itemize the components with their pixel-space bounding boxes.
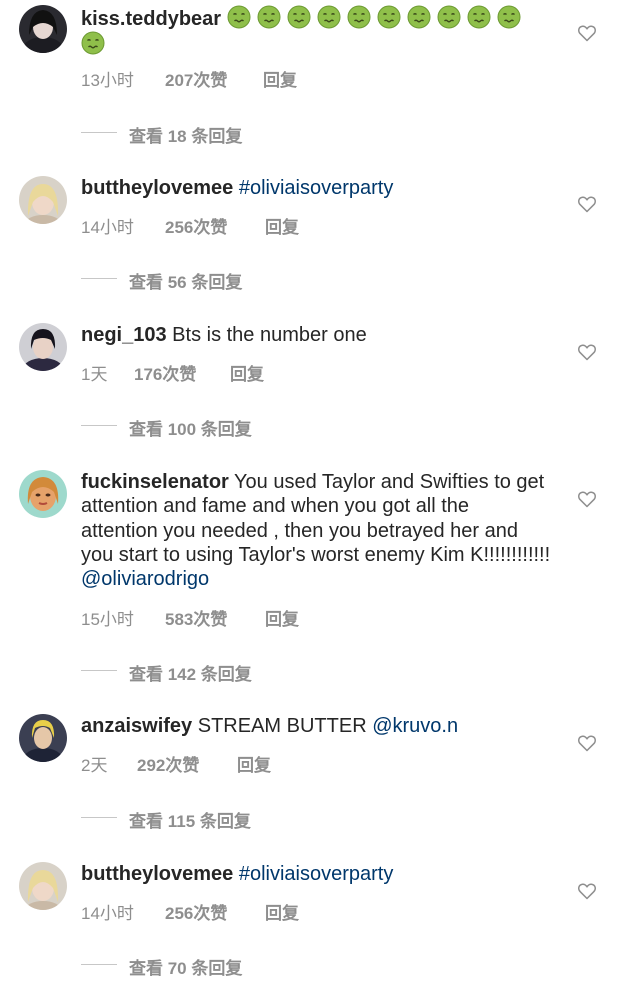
- comment-likes[interactable]: 207次赞: [165, 66, 227, 91]
- comment-username[interactable]: fuckinselenator: [81, 471, 229, 493]
- comment-time: 1天: [81, 365, 108, 384]
- comment-body: negi_103 Bts is the number one: [81, 323, 551, 347]
- comment-likes[interactable]: 256次赞: [165, 213, 227, 238]
- divider-line: [81, 132, 117, 133]
- comment-username[interactable]: anzaiswifey: [81, 715, 192, 737]
- avatar[interactable]: [19, 176, 67, 224]
- comment-likes[interactable]: 583次赞: [165, 605, 227, 630]
- comment-item: buttheylovemee #oliviaisoverparty 14小时 2…: [0, 862, 629, 982]
- comment-username[interactable]: buttheylovemee: [81, 177, 233, 199]
- like-heart-icon[interactable]: [577, 489, 597, 509]
- avatar[interactable]: [19, 714, 67, 762]
- nauseated-face-icon: [257, 5, 281, 29]
- reply-button[interactable]: 回复: [263, 66, 297, 91]
- comment-likes[interactable]: 256次赞: [165, 899, 227, 924]
- like-heart-icon[interactable]: [577, 23, 597, 43]
- comments-list: kiss.teddybear 13小时 207次赞 回复 查看 18 条回复 b…: [0, 0, 629, 1000]
- view-replies-label[interactable]: 查看 115 条回复: [129, 807, 251, 832]
- reply-button[interactable]: 回复: [230, 360, 264, 385]
- comment-mention[interactable]: @oliviarodrigo: [81, 568, 209, 590]
- like-heart-icon[interactable]: [577, 881, 597, 901]
- divider-line: [81, 817, 117, 818]
- reply-button[interactable]: 回复: [265, 899, 299, 924]
- divider-line: [81, 278, 117, 279]
- comment-body: buttheylovemee #oliviaisoverparty: [81, 862, 551, 886]
- avatar[interactable]: [19, 470, 67, 518]
- nauseated-face-icon: [437, 5, 461, 29]
- comment-hashtag[interactable]: #oliviaisoverparty: [239, 863, 394, 885]
- comment-time: 15小时: [81, 610, 134, 629]
- avatar[interactable]: [19, 5, 67, 53]
- nauseated-face-icon: [317, 5, 341, 29]
- view-replies-label[interactable]: 查看 18 条回复: [129, 122, 242, 147]
- comment-item: negi_103 Bts is the number one 1天 176次赞 …: [0, 323, 629, 443]
- view-replies-label[interactable]: 查看 142 条回复: [129, 660, 252, 685]
- view-replies-label[interactable]: 查看 70 条回复: [129, 954, 242, 979]
- like-heart-icon[interactable]: [577, 342, 597, 362]
- nauseated-face-icon: [497, 5, 521, 29]
- comment-likes[interactable]: 176次赞: [134, 360, 196, 385]
- view-replies-label[interactable]: 查看 56 条回复: [129, 268, 242, 293]
- comment-item: fuckinselenator You used Taylor and Swif…: [0, 470, 629, 690]
- comment-username[interactable]: negi_103: [81, 324, 167, 346]
- comment-body: anzaiswifey STREAM BUTTER @kruvo.n: [81, 714, 551, 738]
- comment-item: anzaiswifey STREAM BUTTER @kruvo.n 2天 29…: [0, 714, 629, 834]
- avatar[interactable]: [19, 862, 67, 910]
- nauseated-face-icon: [347, 5, 371, 29]
- reply-button[interactable]: 回复: [265, 605, 299, 630]
- reply-button[interactable]: 回复: [237, 751, 271, 776]
- comment-item: kiss.teddybear 13小时 207次赞 回复 查看 18 条回复: [0, 5, 629, 147]
- nauseated-face-icon: [287, 5, 311, 29]
- view-replies-label[interactable]: 查看 100 条回复: [129, 415, 252, 440]
- comment-time: 13小时: [81, 71, 134, 90]
- nauseated-face-icon: [227, 5, 251, 29]
- divider-line: [81, 670, 117, 671]
- comment-body: fuckinselenator You used Taylor and Swif…: [81, 470, 551, 591]
- comment-text: Bts is the number one: [172, 324, 367, 346]
- comment-hashtag[interactable]: #oliviaisoverparty: [239, 177, 394, 199]
- nauseated-face-icon: [377, 5, 401, 29]
- nauseated-face-icon: [407, 5, 431, 29]
- comment-username[interactable]: kiss.teddybear: [81, 8, 221, 30]
- comment-body: buttheylovemee #oliviaisoverparty: [81, 176, 551, 200]
- divider-line: [81, 964, 117, 965]
- avatar[interactable]: [19, 323, 67, 371]
- comment-time: 2天: [81, 756, 108, 775]
- comment-item: buttheylovemee #oliviaisoverparty 14小时 2…: [0, 176, 629, 296]
- nauseated-face-icon: [467, 5, 491, 29]
- reply-button[interactable]: 回复: [265, 213, 299, 238]
- comment-likes[interactable]: 292次赞: [137, 751, 199, 776]
- comment-mention[interactable]: @kruvo.n: [372, 715, 458, 737]
- comment-text: STREAM BUTTER: [197, 715, 367, 737]
- comment-time: 14小时: [81, 218, 134, 237]
- like-heart-icon[interactable]: [577, 194, 597, 214]
- comment-body: kiss.teddybear: [81, 5, 551, 58]
- nauseated-face-icon: [81, 31, 105, 55]
- like-heart-icon[interactable]: [577, 733, 597, 753]
- comment-username[interactable]: buttheylovemee: [81, 863, 233, 885]
- divider-line: [81, 425, 117, 426]
- comment-time: 14小时: [81, 904, 134, 923]
